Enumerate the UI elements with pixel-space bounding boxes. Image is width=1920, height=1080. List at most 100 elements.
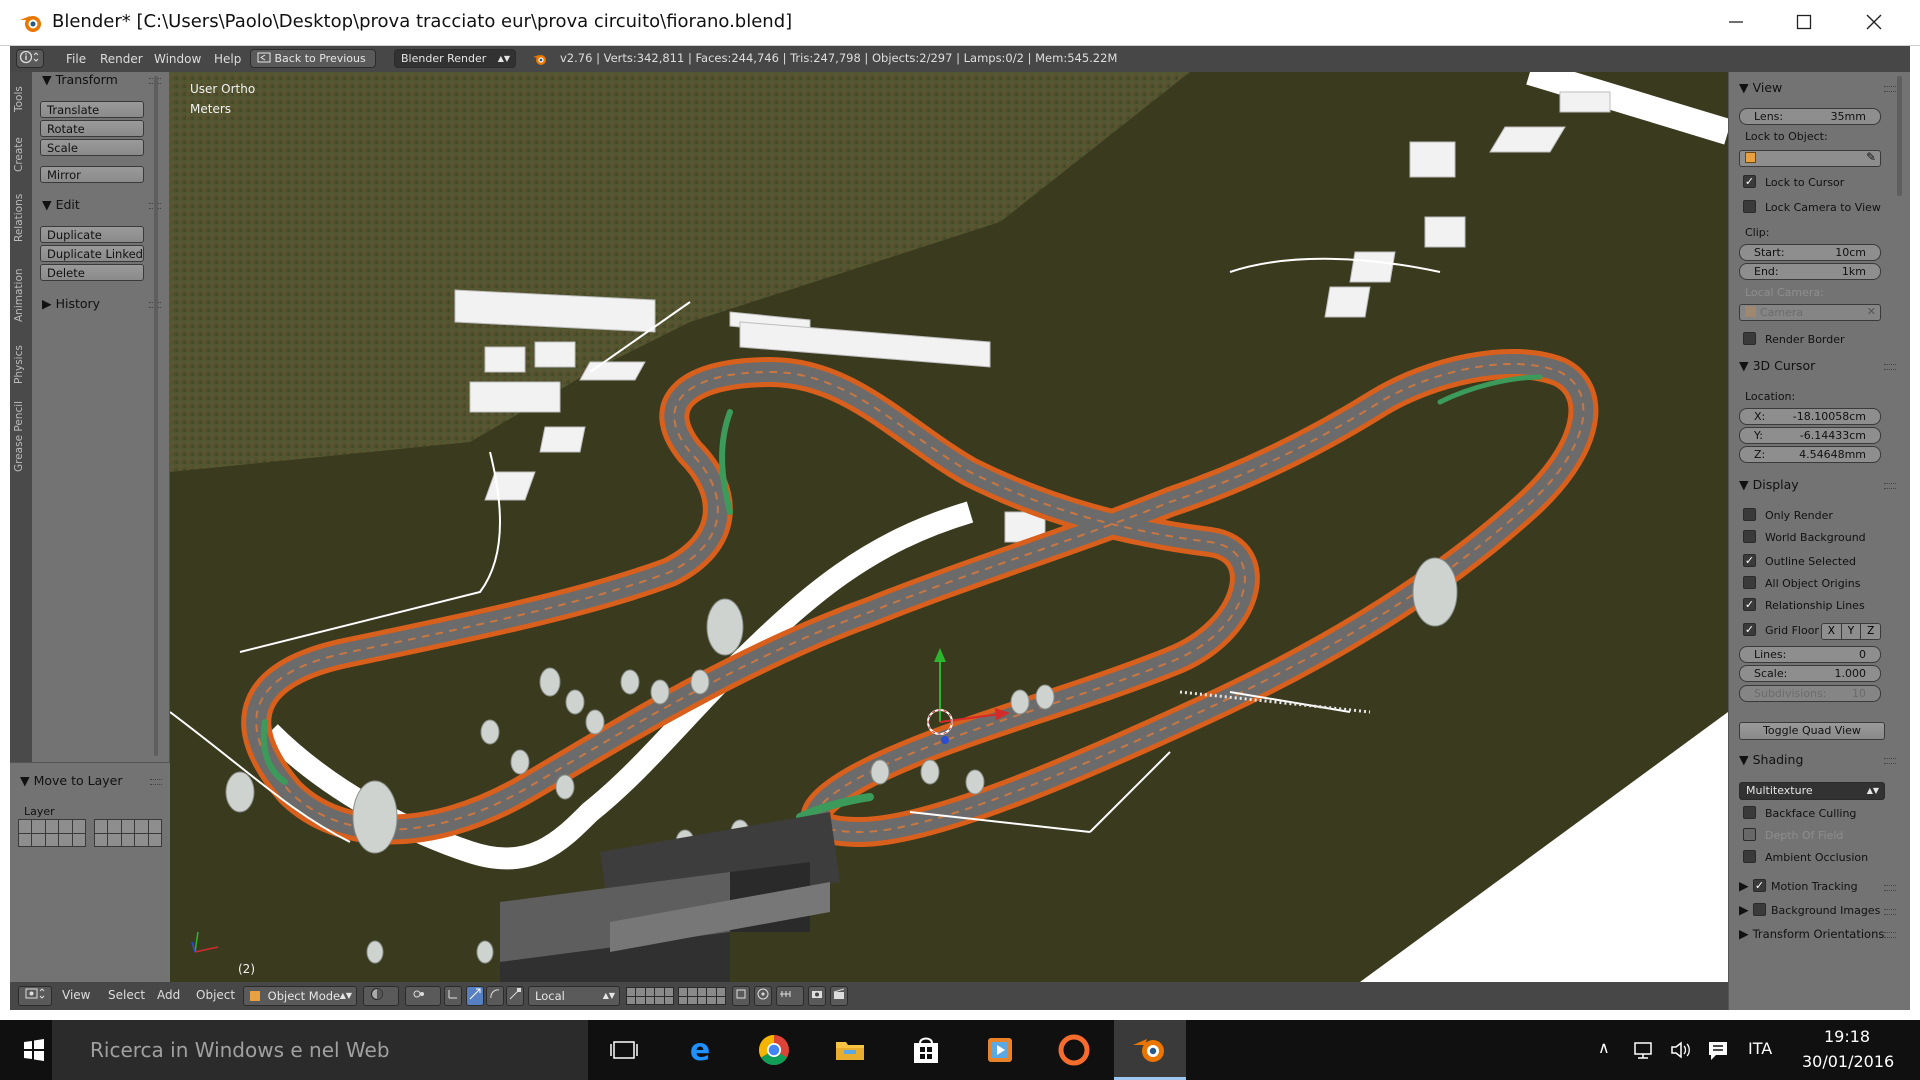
clip-start-field[interactable]: Start: 10cm — [1739, 244, 1881, 261]
panel-grip-icon[interactable] — [1884, 364, 1896, 370]
transform-panel-header[interactable]: ▼ Transform — [42, 72, 118, 87]
tool-shelf-scrollbar[interactable] — [154, 76, 158, 756]
menu-add[interactable]: Add — [157, 988, 180, 1002]
grid-lines-field[interactable]: Lines: 0 — [1739, 646, 1881, 663]
panel-grip-icon[interactable] — [1884, 86, 1896, 92]
taskbar-edge[interactable]: e — [680, 1030, 720, 1070]
menu-view[interactable]: View — [62, 988, 90, 1002]
lock-to-object-field[interactable]: ✎ — [1739, 150, 1881, 167]
lock-to-cursor-checkbox[interactable]: ✓ — [1743, 175, 1756, 188]
taskbar-file-explorer[interactable] — [830, 1030, 870, 1070]
eyedropper-icon[interactable]: ✎ — [1866, 150, 1876, 165]
layer-grid-right[interactable] — [94, 819, 162, 847]
scale-button[interactable]: Scale — [40, 139, 144, 156]
display-panel-header[interactable]: ▼ Display — [1739, 477, 1799, 492]
tray-chevron-up-icon[interactable]: ∧ — [1598, 1038, 1610, 1057]
taskbar-store[interactable] — [906, 1030, 946, 1070]
mirror-button[interactable]: Mirror — [40, 166, 144, 183]
proportional-editing-toggle[interactable] — [754, 986, 772, 1006]
grid-floor-checkbox[interactable]: ✓ — [1743, 623, 1756, 636]
duplicate-linked-button[interactable]: Duplicate Linked — [40, 245, 144, 262]
taskbar-origin[interactable] — [1054, 1030, 1094, 1070]
backface-culling-checkbox[interactable] — [1743, 806, 1756, 819]
ambient-occlusion-checkbox[interactable] — [1743, 850, 1756, 863]
pivot-point-dropdown[interactable] — [405, 986, 441, 1006]
lock-camera-to-view-checkbox[interactable] — [1743, 200, 1756, 213]
all-object-origins-checkbox[interactable] — [1743, 576, 1756, 589]
cursor-y-field[interactable]: Y: -6.14433cm — [1739, 427, 1881, 444]
render-animation-button[interactable] — [830, 986, 848, 1006]
grid-axis-z-toggle[interactable]: Z — [1861, 624, 1880, 639]
clock-time[interactable]: 19:18 — [1824, 1027, 1870, 1046]
only-render-checkbox[interactable] — [1743, 508, 1756, 521]
menu-render[interactable]: Render — [96, 50, 147, 68]
taskbar-chrome[interactable] — [754, 1030, 794, 1070]
menu-window[interactable]: Window — [150, 50, 205, 68]
grid-subdivisions-field[interactable]: Subdivisions: 10 — [1739, 685, 1881, 702]
transform-orientation-dropdown[interactable]: Local ▲▼ — [528, 986, 620, 1006]
motion-tracking-checkbox[interactable]: ✓ — [1753, 879, 1766, 892]
toggle-quad-view-button[interactable]: Toggle Quad View — [1739, 722, 1885, 740]
view-panel-header[interactable]: ▼ View — [1739, 80, 1782, 95]
network-icon[interactable] — [1632, 1040, 1656, 1060]
scene-layers-left[interactable] — [626, 987, 674, 1005]
move-to-layer-header[interactable]: ▼ Move to Layer — [20, 773, 122, 788]
menu-select[interactable]: Select — [108, 988, 145, 1002]
menu-object[interactable]: Object — [196, 988, 235, 1002]
outline-selected-checkbox[interactable]: ✓ — [1743, 554, 1756, 567]
maximize-button[interactable] — [1784, 8, 1824, 38]
history-panel-header[interactable]: ▶ History — [42, 296, 100, 311]
shading-mode-dropdown[interactable]: Multitexture ▲▼ — [1739, 782, 1885, 800]
3d-viewport[interactable]: User Ortho Meters (2) — [170, 72, 1728, 982]
layer-grid-left[interactable] — [18, 819, 86, 847]
clock-date[interactable]: 30/01/2016 — [1802, 1052, 1894, 1071]
grid-scale-field[interactable]: Scale: 1.000 — [1739, 665, 1881, 682]
taskbar-media-player[interactable] — [980, 1030, 1020, 1070]
rotate-button[interactable]: Rotate — [40, 120, 144, 137]
delete-button[interactable]: Delete — [40, 264, 144, 281]
background-images-checkbox[interactable] — [1753, 903, 1766, 916]
cursor-z-field[interactable]: Z: 4.54648mm — [1739, 446, 1881, 463]
viewport-shading-dropdown[interactable] — [363, 986, 399, 1006]
depth-of-field-checkbox[interactable] — [1743, 828, 1756, 841]
language-indicator[interactable]: ITA — [1748, 1039, 1772, 1058]
rotate-manipulator-toggle[interactable] — [486, 986, 504, 1006]
edit-panel-header[interactable]: ▼ Edit — [42, 197, 80, 212]
scale-manipulator-toggle[interactable] — [506, 986, 524, 1006]
taskbar-blender-active[interactable] — [1114, 1020, 1186, 1080]
motion-tracking-panel-header[interactable]: ▶ — [1739, 878, 1749, 893]
menu-file[interactable]: File — [62, 50, 90, 68]
panel-grip-icon[interactable] — [1884, 758, 1896, 764]
shading-panel-header[interactable]: ▼ Shading — [1739, 752, 1803, 767]
grid-axis-x-toggle[interactable]: X — [1822, 624, 1842, 639]
editor-type-button[interactable] — [18, 986, 52, 1006]
snap-element-dropdown[interactable] — [776, 986, 804, 1006]
back-to-previous-button[interactable]: Back to Previous — [250, 49, 376, 68]
transform-orientations-panel-header[interactable]: ▶ Transform Orientations — [1739, 926, 1884, 941]
translate-manipulator-toggle[interactable] — [466, 986, 484, 1006]
panel-grip-icon[interactable] — [150, 779, 162, 785]
cursor-x-field[interactable]: X: -18.10058cm — [1739, 408, 1881, 425]
manipulator-toggle[interactable] — [444, 986, 462, 1006]
properties-scrollbar[interactable] — [1897, 76, 1902, 196]
background-images-panel-header[interactable]: ▶ — [1739, 902, 1749, 917]
grid-axis-y-toggle[interactable]: Y — [1841, 624, 1862, 639]
task-view-button[interactable] — [604, 1030, 644, 1070]
lens-field[interactable]: Lens: 35mm — [1739, 108, 1881, 125]
local-camera-field[interactable]: Camera ✕ — [1739, 304, 1881, 321]
minimize-button[interactable] — [1716, 8, 1756, 38]
scene-layers-right[interactable] — [678, 987, 726, 1005]
panel-grip-icon[interactable] — [1884, 885, 1896, 891]
close-button[interactable] — [1854, 8, 1894, 38]
panel-grip-icon[interactable] — [1884, 909, 1896, 915]
panel-grip-icon[interactable] — [1884, 932, 1896, 938]
render-border-checkbox[interactable] — [1743, 332, 1756, 345]
volume-icon[interactable] — [1670, 1040, 1694, 1060]
mode-dropdown[interactable]: Object Mode ▲▼ — [243, 986, 357, 1006]
clear-icon[interactable]: ✕ — [1867, 304, 1876, 319]
lock-layers-toggle[interactable] — [732, 986, 750, 1006]
clip-end-field[interactable]: End: 1km — [1739, 263, 1881, 280]
world-background-checkbox[interactable] — [1743, 530, 1756, 543]
relationship-lines-checkbox[interactable]: ✓ — [1743, 598, 1756, 611]
3d-cursor-panel-header[interactable]: ▼ 3D Cursor — [1739, 358, 1815, 373]
